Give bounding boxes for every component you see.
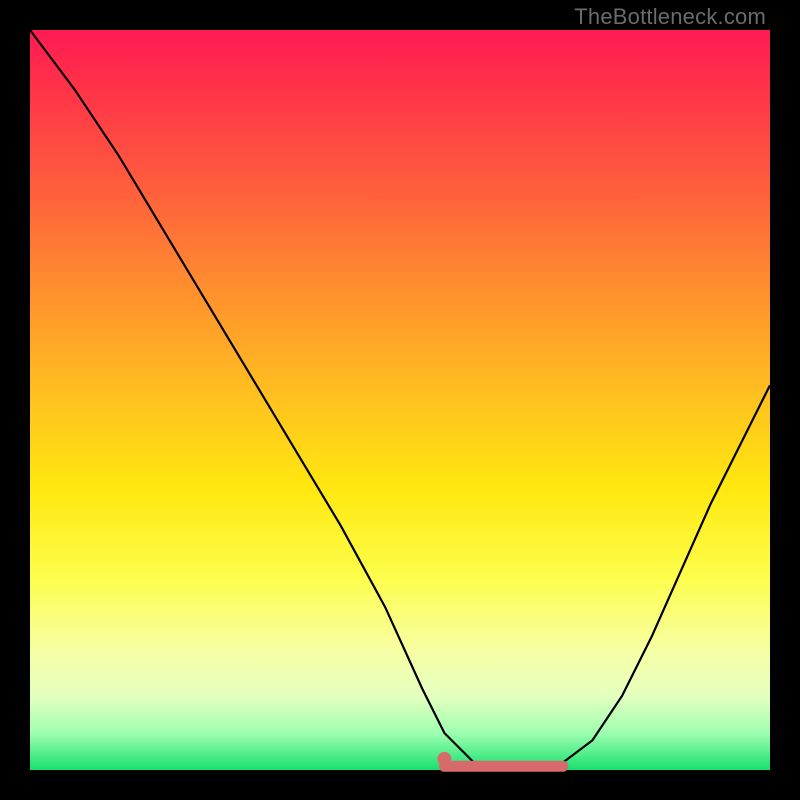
bottleneck-curve <box>30 30 770 770</box>
plot-area <box>30 30 770 770</box>
watermark-text: TheBottleneck.com <box>574 4 766 30</box>
curve-layer <box>30 30 770 770</box>
optimal-start-dot <box>437 752 451 766</box>
chart-frame: TheBottleneck.com <box>0 0 800 800</box>
